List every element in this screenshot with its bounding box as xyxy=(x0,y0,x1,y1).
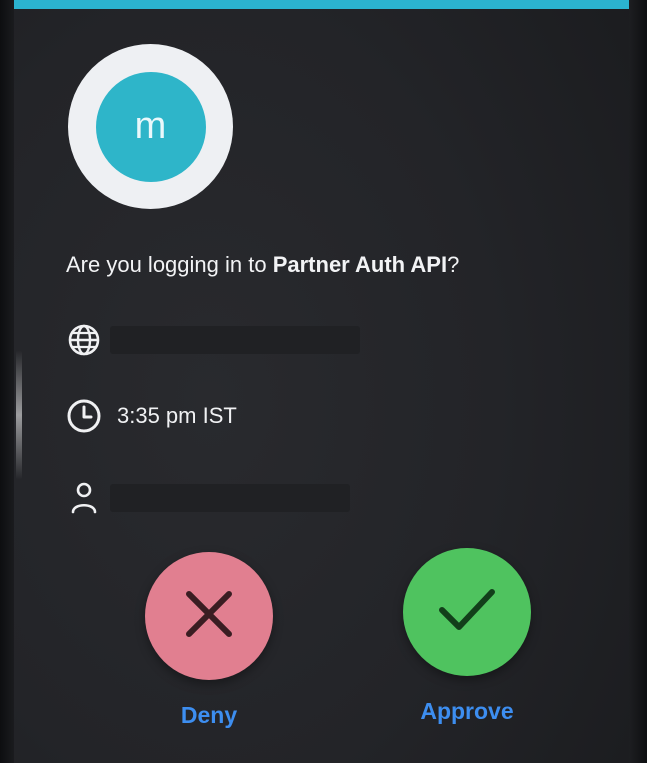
account-avatar-ring: m xyxy=(68,44,233,209)
approve-action: Approve xyxy=(403,548,531,725)
clock-icon xyxy=(66,398,102,434)
prompt-suffix: ? xyxy=(447,252,460,277)
deny-action: Deny xyxy=(145,552,273,729)
checkmark-icon xyxy=(434,582,500,642)
deny-button[interactable] xyxy=(145,552,273,680)
close-icon xyxy=(179,584,239,648)
device-bezel-right xyxy=(629,0,647,763)
time-row: 3:35 pm IST xyxy=(66,398,237,434)
time-value: 3:35 pm IST xyxy=(117,403,237,428)
login-approval-screen: m Are you logging in to Partner Auth API… xyxy=(0,0,647,763)
location-row xyxy=(66,322,360,358)
globe-icon xyxy=(66,322,102,358)
user-value-redacted xyxy=(110,484,350,512)
location-value-redacted xyxy=(110,326,360,354)
person-icon xyxy=(66,480,102,516)
account-avatar: m xyxy=(95,71,206,182)
login-prompt: Are you logging in to Partner Auth API? xyxy=(66,252,459,278)
screen-glare xyxy=(16,350,22,480)
app-name: Partner Auth API xyxy=(272,252,448,277)
approve-button[interactable] xyxy=(403,548,531,676)
deny-label[interactable]: Deny xyxy=(181,702,237,729)
user-row xyxy=(66,480,350,516)
device-bezel-left xyxy=(0,0,14,763)
approve-label[interactable]: Approve xyxy=(420,698,513,725)
avatar-initial: m xyxy=(134,105,167,147)
status-accent-bar xyxy=(0,0,647,9)
prompt-prefix: Are you logging in to xyxy=(66,252,273,277)
